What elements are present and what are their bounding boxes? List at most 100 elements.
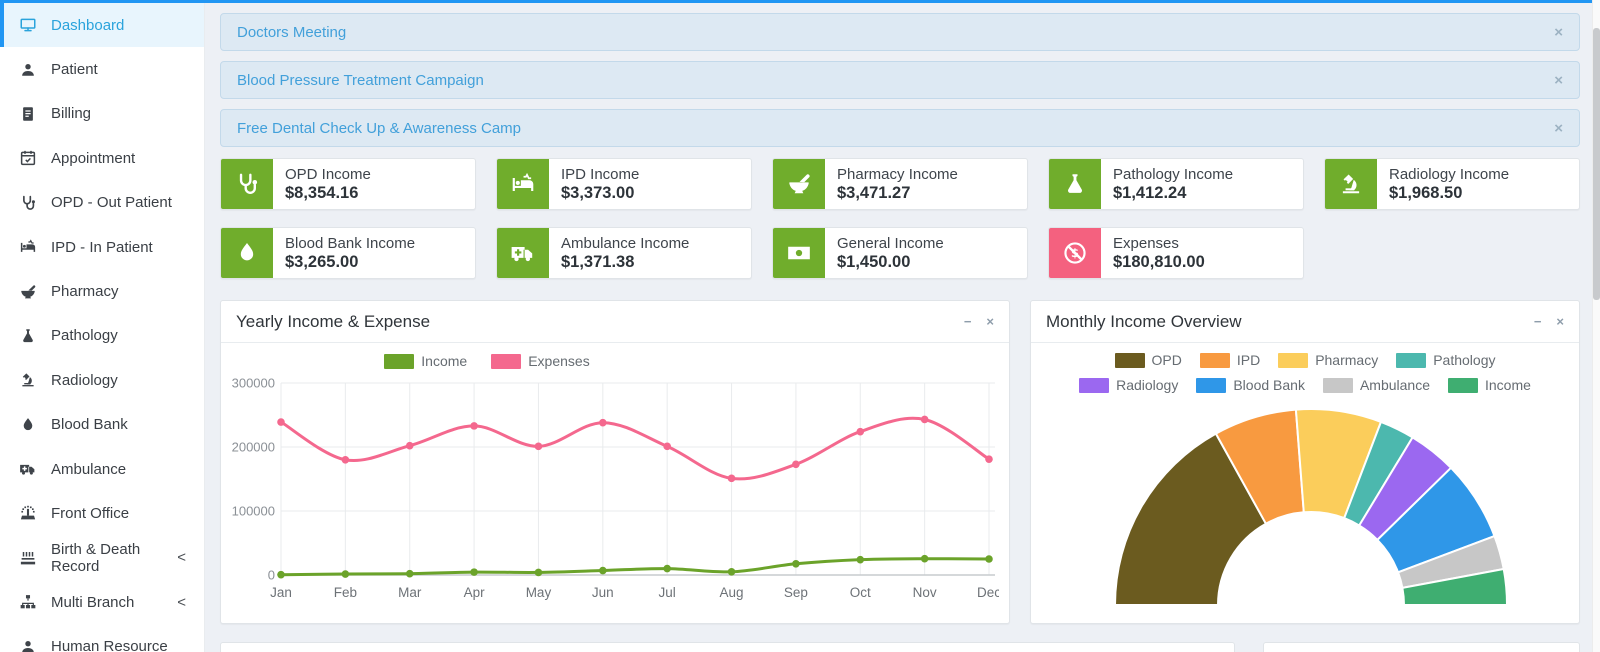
sidebar-menu: Dashboard Patient Billing Appointment OPD - … — [0, 3, 204, 652]
stat-card-opd-income: OPD Income $8,354.16 — [220, 158, 476, 210]
sidebar-item-label: Multi Branch — [51, 593, 135, 611]
close-icon[interactable]: × — [1554, 72, 1563, 89]
stat-card-value: $180,810.00 — [1113, 253, 1205, 271]
sidebar-item-label: OPD - Out Patient — [51, 194, 172, 212]
sidebar: Dashboard Patient Billing Appointment OPD - … — [0, 3, 205, 652]
x-axis-label: Apr — [464, 585, 486, 600]
sidebar-item-billing[interactable]: Billing — [0, 92, 204, 136]
stat-card-value: $1,412.24 — [1113, 184, 1187, 202]
legend-item-income[interactable]: Income — [384, 353, 467, 369]
sidebar-item-pathology[interactable]: Pathology — [0, 314, 204, 358]
legend-item-pathology[interactable]: Pathology — [1396, 352, 1496, 368]
legend-label: Blood Bank — [1233, 377, 1305, 393]
stat-card-value: $8,354.16 — [285, 184, 359, 202]
data-point-income — [920, 554, 929, 563]
minimize-icon[interactable]: − — [1534, 314, 1542, 329]
data-point-expenses — [341, 456, 350, 464]
sidebar-item-label: IPD - In Patient — [51, 238, 153, 256]
stat-card-body: Expenses $180,810.00 — [1101, 228, 1217, 278]
donut-legend-row-2: Radiology Blood Bank Ambulance Income — [1031, 377, 1579, 393]
stat-card-icon-box — [1049, 228, 1101, 278]
legend-label: Radiology — [1116, 377, 1179, 393]
data-point-income — [470, 568, 478, 576]
panel-title: Monthly Income Overview — [1046, 311, 1242, 331]
stat-card-icon-box — [221, 228, 273, 278]
sidebar-item-birth-death-record[interactable]: Birth & Death Record < — [0, 536, 204, 580]
data-point-income — [663, 564, 671, 573]
stat-card-body: Radiology Income $1,968.50 — [1377, 159, 1521, 209]
notice-text: Free Dental Check Up & Awareness Camp — [237, 119, 522, 137]
sidebar-item-dashboard[interactable]: Dashboard — [0, 3, 204, 48]
data-point-expenses — [792, 460, 800, 469]
x-axis-label: Oct — [850, 585, 871, 600]
notice-text: Doctors Meeting — [237, 23, 347, 41]
legend-item-ipd[interactable]: IPD — [1199, 352, 1260, 368]
x-axis-label: Jan — [270, 585, 292, 600]
sidebar-item-label: Pharmacy — [51, 283, 119, 301]
chevron-left-icon: < — [177, 549, 186, 567]
monthly-income-overview-panel: Monthly Income Overview − × OPD IPD Pharma… — [1030, 300, 1580, 624]
stat-card-icon-box — [773, 228, 825, 278]
sidebar-item-multi-branch[interactable]: Multi Branch < — [0, 580, 204, 624]
x-axis-label: Mar — [398, 585, 422, 600]
sidebar-item-label: Billing — [51, 105, 92, 123]
stethoscope-icon — [234, 171, 260, 197]
legend-item-blood-bank[interactable]: Blood Bank — [1196, 377, 1305, 393]
main-content: Doctors Meeting × Blood Pressure Treatment… — [205, 0, 1600, 652]
legend-label: Pharmacy — [1315, 352, 1379, 368]
sidebar-item-label: Front Office — [51, 504, 130, 522]
bottom-panel-left — [220, 642, 1235, 652]
data-point-expenses — [470, 422, 478, 430]
sidebar-item-label: Radiology — [51, 371, 118, 389]
notice-text: Blood Pressure Treatment Campaign — [237, 71, 484, 89]
legend-item-income[interactable]: Income — [1448, 377, 1531, 393]
data-point-expenses — [727, 474, 736, 483]
sidebar-item-radiology[interactable]: Radiology — [0, 358, 204, 402]
flask-icon — [19, 327, 37, 345]
sidebar-item-human-resource[interactable]: Human Resource — [0, 624, 204, 652]
legend-item-pharmacy[interactable]: Pharmacy — [1278, 352, 1378, 368]
stat-card-label: Blood Bank Income — [285, 235, 416, 252]
legend-item-opd[interactable]: OPD — [1114, 352, 1182, 368]
close-icon[interactable]: × — [1556, 314, 1564, 329]
vertical-scrollbar[interactable] — [1592, 0, 1600, 652]
stat-card-blood-bank-income: Blood Bank Income $3,265.00 — [220, 227, 476, 279]
droplet-icon — [234, 240, 260, 266]
sidebar-item-ambulance[interactable]: Ambulance — [0, 447, 204, 491]
minimize-icon[interactable]: − — [964, 314, 972, 329]
sidebar-item-blood-bank[interactable]: Blood Bank — [0, 403, 204, 447]
close-icon[interactable]: × — [1554, 120, 1563, 137]
mortar-icon — [19, 283, 37, 301]
x-axis-label: Aug — [720, 585, 744, 600]
sidebar-item-ipd-in-patient[interactable]: IPD - In Patient — [0, 225, 204, 269]
stat-card-value: $1,968.50 — [1389, 184, 1463, 202]
scrollbar-thumb[interactable] — [1593, 28, 1600, 300]
stat-card-label: General Income — [837, 235, 944, 252]
ambulance-icon — [510, 240, 536, 266]
sidebar-item-pharmacy[interactable]: Pharmacy — [0, 269, 204, 313]
data-point-expenses — [663, 442, 671, 451]
reception-icon — [19, 504, 37, 522]
close-icon[interactable]: × — [1554, 24, 1563, 41]
close-icon[interactable]: × — [986, 314, 994, 329]
sidebar-item-opd-out-patient[interactable]: OPD - Out Patient — [0, 181, 204, 225]
legend-item-ambulance[interactable]: Ambulance — [1322, 377, 1430, 393]
stat-card-body: OPD Income $8,354.16 — [273, 159, 383, 209]
y-axis-tick: 200000 — [232, 440, 275, 455]
ambulance-icon — [19, 460, 37, 478]
sidebar-item-patient[interactable]: Patient — [0, 47, 204, 91]
droplet-icon — [19, 416, 37, 434]
data-point-income — [277, 570, 285, 579]
legend-item-radiology[interactable]: Radiology — [1079, 377, 1178, 393]
stat-card-body: Ambulance Income $1,371.38 — [549, 228, 701, 278]
charts-row: Yearly Income & Expense − × Income Expens… — [220, 300, 1580, 624]
legend-item-expenses[interactable]: Expenses — [491, 353, 590, 369]
legend-label: OPD — [1151, 352, 1182, 368]
legend-swatch — [1199, 352, 1230, 368]
sidebar-item-appointment[interactable]: Appointment — [0, 136, 204, 180]
x-axis-label: Nov — [913, 585, 937, 600]
sidebar-item-front-office[interactable]: Front Office — [0, 491, 204, 535]
data-point-income — [856, 555, 865, 564]
yearly-line-chart-svg: 0 100000 200000 300000 Jan Feb Mar Apr May Jun Jul… — [232, 376, 999, 601]
microscope-icon — [19, 371, 37, 389]
